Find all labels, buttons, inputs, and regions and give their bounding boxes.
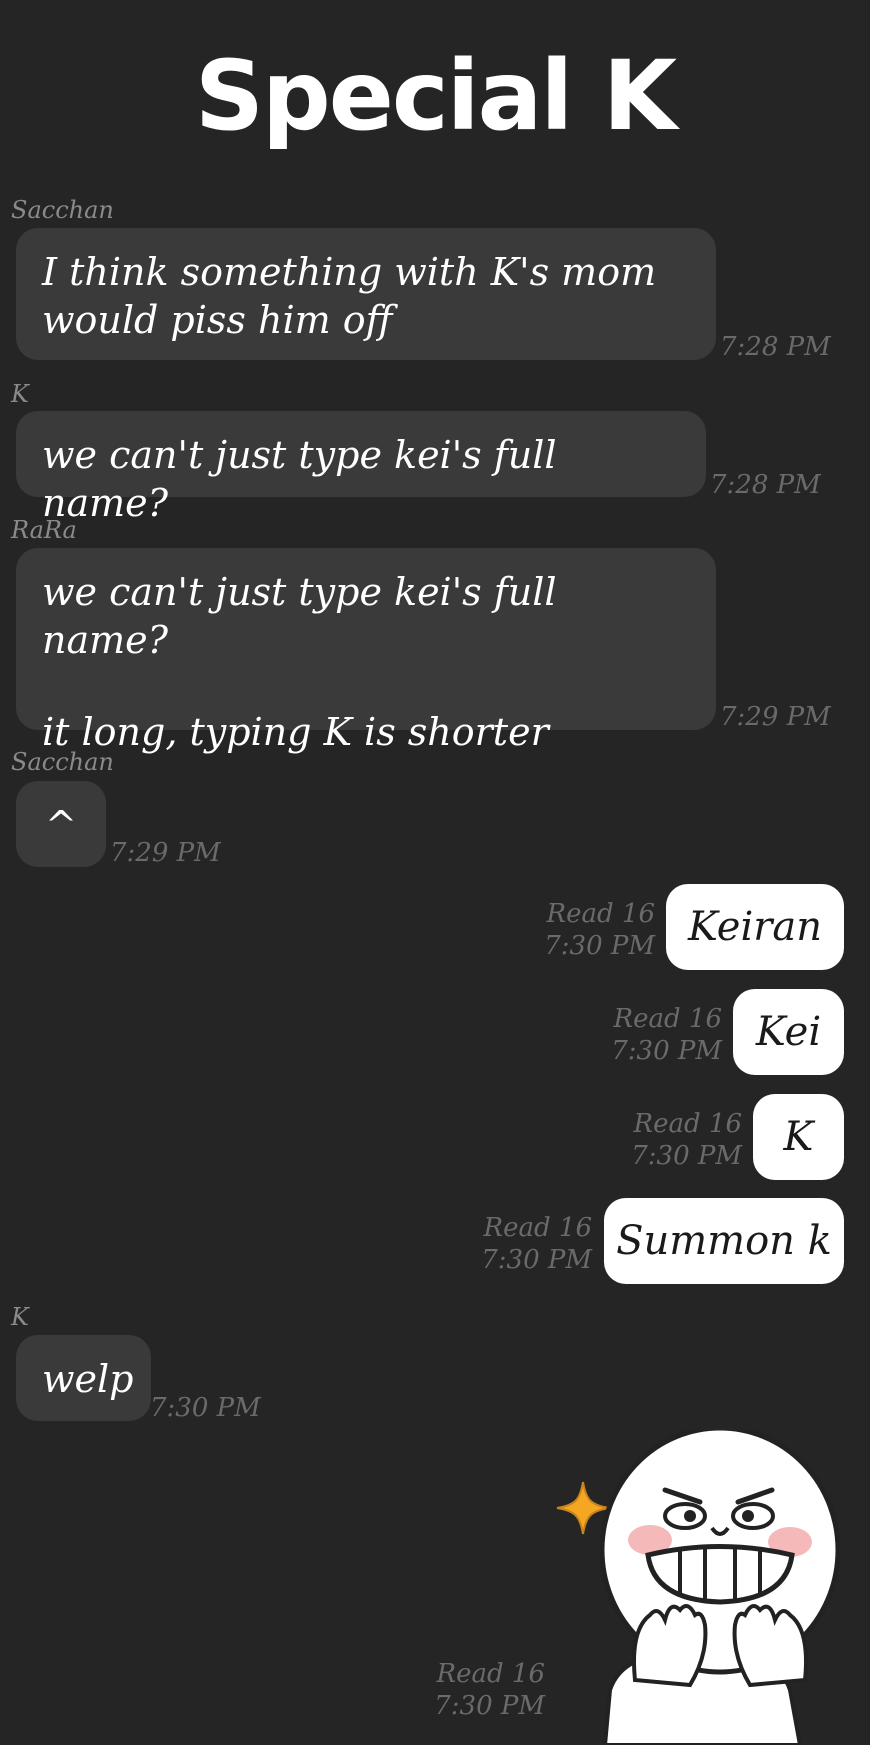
message-line: we can't just type kei's full name?	[42, 570, 557, 662]
read-receipt: Read 16 7:30 PM	[481, 1212, 592, 1276]
read-receipt: Read 16 7:30 PM	[434, 1658, 545, 1722]
message-bubble[interactable]: ^	[16, 781, 106, 867]
message-time: 7:30 PM	[150, 1393, 261, 1423]
message-line: welp	[42, 1357, 134, 1401]
message-time: 7:30 PM	[631, 1141, 742, 1171]
read-count: Read 16	[436, 1659, 545, 1689]
message-time: 7:30 PM	[544, 931, 655, 961]
message-line: ^	[45, 803, 77, 847]
outgoing-bubble[interactable]: Summon k	[604, 1198, 844, 1284]
message-line: we can't just type kei's full name?	[42, 433, 557, 525]
message-time: 7:30 PM	[611, 1036, 722, 1066]
sender-name: K	[11, 1303, 29, 1331]
message-time: 7:30 PM	[481, 1245, 592, 1275]
read-count: Read 16	[613, 1004, 722, 1034]
message-time: 7:29 PM	[110, 838, 221, 868]
sender-name: Sacchan	[11, 748, 114, 776]
read-count: Read 16	[546, 899, 655, 929]
read-receipt: Read 16 7:30 PM	[611, 1003, 722, 1067]
read-count: Read 16	[483, 1213, 592, 1243]
message-bubble[interactable]: we can't just type kei's full name?	[16, 411, 706, 525]
message-time: 7:28 PM	[720, 332, 831, 362]
grinning-moon-sticker-icon[interactable]	[550, 1430, 850, 1745]
outgoing-bubble[interactable]: Kei	[733, 989, 844, 1075]
message-bubble[interactable]: I think something with K's mom would pis…	[16, 228, 716, 360]
message-line: it long, typing K is shorter	[42, 710, 549, 754]
message-bubble[interactable]: we can't just type kei's full name? it l…	[16, 548, 716, 754]
read-receipt: Read 16 7:30 PM	[631, 1108, 742, 1172]
message-time: 7:29 PM	[720, 702, 831, 732]
sender-name: Sacchan	[11, 196, 114, 224]
sender-name: RaRa	[11, 516, 77, 544]
read-count: Read 16	[633, 1109, 742, 1139]
message-bubble[interactable]: welp	[16, 1335, 151, 1421]
chat-title: Special K	[194, 40, 677, 152]
message-line	[42, 664, 690, 708]
read-receipt: Read 16 7:30 PM	[544, 898, 655, 962]
message-line: would piss him off	[42, 298, 393, 342]
sender-name: K	[11, 380, 29, 408]
message-line: I think something with K's mom	[42, 250, 657, 294]
outgoing-bubble[interactable]: Keiran	[666, 884, 844, 970]
outgoing-bubble[interactable]: K	[753, 1094, 844, 1180]
message-time: 7:28 PM	[710, 470, 821, 500]
message-time: 7:30 PM	[434, 1691, 545, 1721]
